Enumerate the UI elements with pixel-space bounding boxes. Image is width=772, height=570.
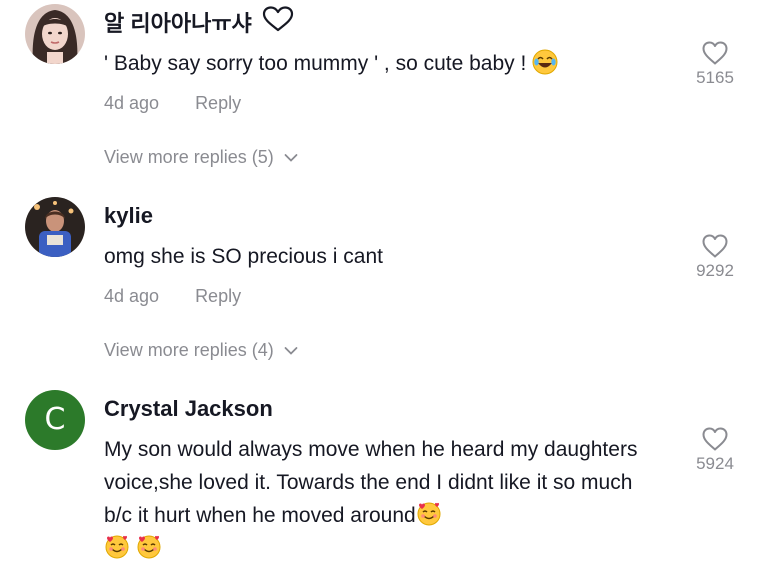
reply-button[interactable]: Reply xyxy=(195,286,241,307)
comment-body: omg she is SO precious i cant xyxy=(104,245,383,268)
username-text: 알 리아아나ㅠ샤 xyxy=(104,11,252,36)
reply-button[interactable]: Reply xyxy=(195,93,241,114)
comment-body: My son would always move when he heard m… xyxy=(104,438,638,527)
chevron-down-icon xyxy=(284,153,298,162)
comment-meta: 4d ago Reply xyxy=(104,93,241,114)
username-text: Crystal Jackson xyxy=(104,396,273,421)
smiling-face-with-hearts-icon xyxy=(416,501,442,527)
view-more-label: View more replies (4) xyxy=(104,340,274,360)
like-heart-icon[interactable] xyxy=(701,40,729,66)
like-heart-icon[interactable] xyxy=(701,426,729,452)
face-with-tears-of-joy-icon xyxy=(532,49,558,75)
avatar[interactable]: C xyxy=(25,390,85,450)
view-more-replies[interactable]: View more replies (4) xyxy=(104,340,298,361)
avatar[interactable] xyxy=(25,4,85,64)
avatar-photo xyxy=(25,197,85,257)
timestamp: 4d ago xyxy=(104,93,160,113)
view-more-replies[interactable]: View more replies (5) xyxy=(104,147,298,168)
like-count: 5924 xyxy=(696,454,734,473)
username-text: kylie xyxy=(104,203,153,228)
like-heart-icon[interactable] xyxy=(701,233,729,259)
username[interactable]: kylie xyxy=(104,203,153,229)
comment-body: ' Baby say sorry too mummy ' , so cute b… xyxy=(104,52,533,75)
like-count: 5165 xyxy=(696,68,734,87)
avatar[interactable] xyxy=(25,197,85,257)
heart-outline-icon xyxy=(262,6,294,38)
like-section: 5165 xyxy=(684,40,746,88)
like-count: 9292 xyxy=(696,261,734,280)
avatar-photo xyxy=(25,4,85,64)
comment-meta: 4d ago Reply xyxy=(104,286,241,307)
smiling-face-with-hearts-icon xyxy=(136,534,162,560)
chevron-down-icon xyxy=(284,346,298,355)
username[interactable]: 알 리아아나ㅠ샤 xyxy=(104,6,294,38)
smiling-face-with-hearts-icon xyxy=(104,534,130,560)
username[interactable]: Crystal Jackson xyxy=(104,396,273,422)
timestamp: 4d ago xyxy=(104,286,160,306)
comment-text: ' Baby say sorry too mummy ' , so cute b… xyxy=(104,47,664,80)
like-section: 5924 xyxy=(684,426,746,474)
avatar-letter: C xyxy=(44,402,66,437)
view-more-label: View more replies (5) xyxy=(104,147,274,167)
comment-text: My son would always move when he heard m… xyxy=(104,433,664,565)
comment-text: omg she is SO precious i cant xyxy=(104,240,664,273)
like-section: 9292 xyxy=(684,233,746,281)
